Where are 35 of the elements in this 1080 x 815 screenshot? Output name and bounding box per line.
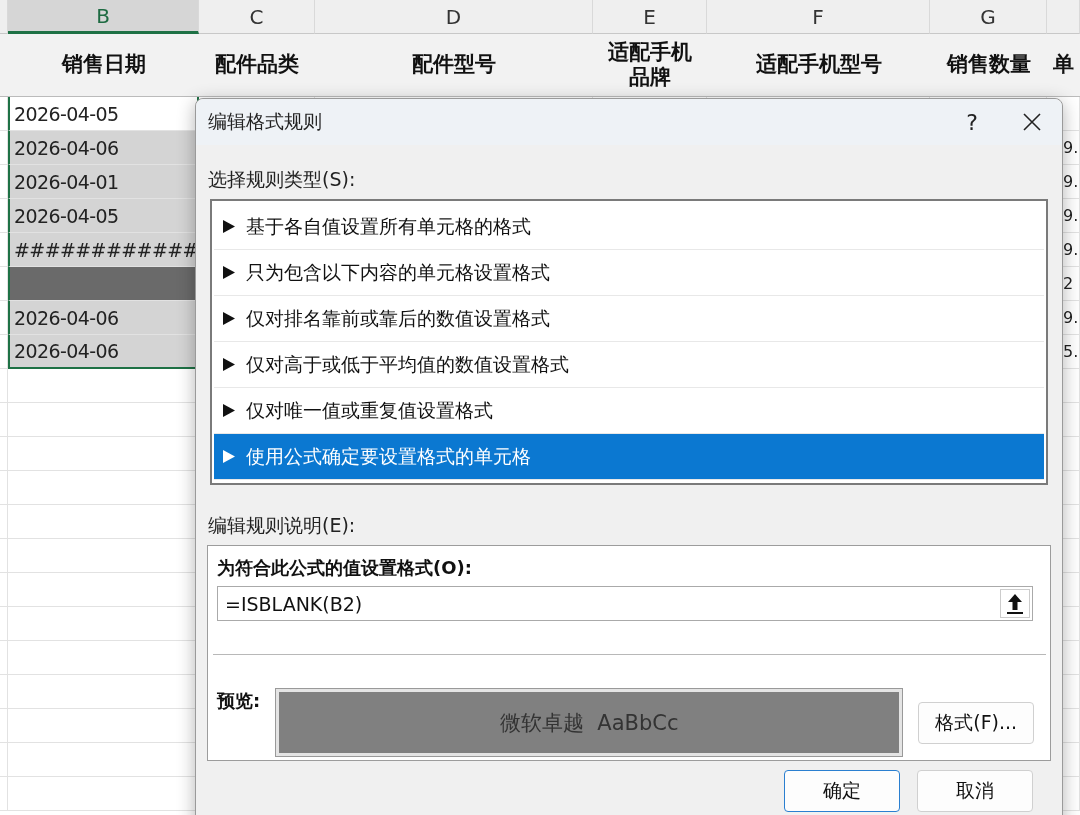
close-icon — [1022, 112, 1042, 132]
header-cell: 适配手机型号 — [707, 34, 930, 97]
window-title: 编辑格式规则 — [208, 109, 323, 134]
column-header[interactable]: G — [930, 0, 1047, 34]
header-cell: 单 — [1047, 34, 1080, 97]
help-button[interactable]: ? — [942, 102, 1002, 142]
formula-input[interactable]: =ISBLANK(B2) — [223, 591, 1000, 616]
preview-sample: 微软卓越 AaBbCc — [276, 689, 903, 756]
formula-label: 为符合此公式的值设置格式(O): — [217, 556, 472, 580]
triangle-icon — [222, 357, 236, 372]
rule-type-item[interactable]: 使用公式确定要设置格式的单元格 — [214, 434, 1044, 480]
header-cell: 销售数量 — [930, 34, 1047, 97]
header-cell: 配件型号 — [315, 34, 593, 97]
column-header[interactable]: B — [8, 0, 199, 34]
triangle-icon — [222, 311, 236, 326]
header-cell: 配件品类 — [199, 34, 315, 97]
cancel-button[interactable]: 取消 — [917, 770, 1033, 812]
triangle-icon — [222, 219, 236, 234]
section-label: 编辑规则说明(E): — [208, 513, 356, 538]
column-header[interactable]: D — [315, 0, 593, 34]
column-header[interactable]: F — [707, 0, 930, 34]
table-cell: 2026-04-05 — [8, 97, 199, 131]
column-header[interactable]: C — [199, 0, 315, 34]
formula-field[interactable]: =ISBLANK(B2) — [217, 586, 1033, 621]
preview-label: 预览: — [217, 689, 261, 713]
up-arrow-icon — [1006, 592, 1024, 615]
format-button[interactable]: 格式(F)... — [918, 701, 1035, 744]
section-label: 选择规则类型(S): — [208, 167, 356, 192]
header-cell: 适配手机品牌 — [593, 34, 707, 97]
collapse-button[interactable] — [1000, 589, 1030, 618]
column-header[interactable]: E — [593, 0, 707, 34]
triangle-icon — [222, 265, 236, 280]
ok-button[interactable]: 确定 — [784, 770, 900, 812]
triangle-icon — [222, 403, 236, 418]
triangle-icon — [222, 449, 236, 464]
